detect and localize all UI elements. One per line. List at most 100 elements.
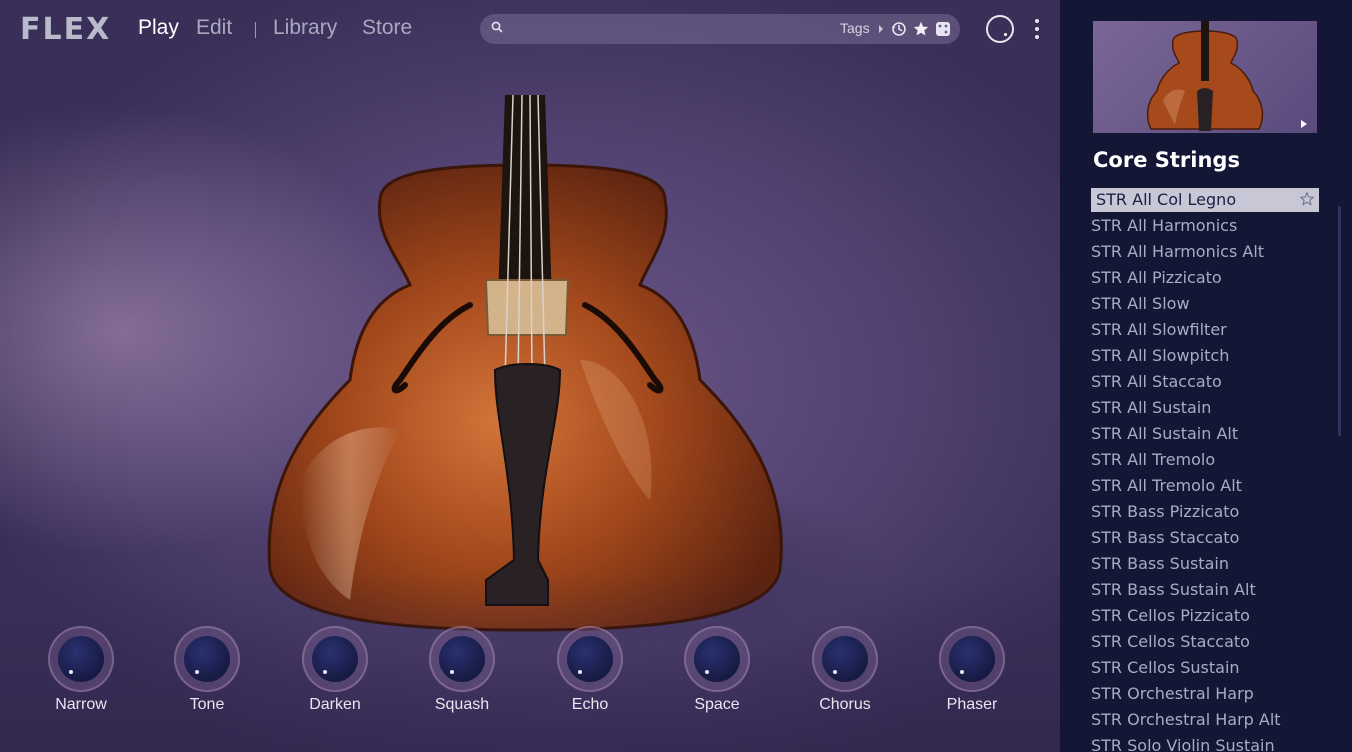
knob-ring[interactable] [174, 626, 240, 692]
knob-label: Tone [189, 696, 225, 713]
preset-label: STR All Sustain Alt [1091, 424, 1239, 443]
preset-label: STR Orchestral Harp Alt [1091, 710, 1281, 729]
knob-indicator [578, 670, 582, 674]
search-bar[interactable]: Tags [480, 14, 960, 44]
preset-item[interactable]: STR Bass Sustain Alt [1091, 578, 1319, 604]
preset-item[interactable]: STR All Slow [1091, 292, 1319, 318]
preset-item[interactable]: STR Cellos Staccato [1091, 630, 1319, 656]
macro-squash[interactable]: Squash [407, 624, 517, 724]
knob[interactable] [439, 636, 485, 682]
tab-play[interactable]: Play [138, 16, 179, 40]
knob[interactable] [58, 636, 104, 682]
macro-tone[interactable]: Tone [152, 624, 262, 724]
knob-label: Space [694, 696, 740, 713]
preset-label: STR All Harmonics [1091, 216, 1238, 235]
library-title: Core Strings [1093, 148, 1240, 172]
preset-item[interactable]: STR All Sustain Alt [1091, 422, 1319, 448]
dice-icon[interactable] [934, 20, 952, 38]
nav-divider [255, 22, 256, 38]
knob-ring[interactable] [939, 626, 1005, 692]
preset-item[interactable]: STR All Slowpitch [1091, 344, 1319, 370]
preset-label: STR All Staccato [1091, 372, 1222, 391]
preset-item[interactable]: STR Cellos Pizzicato [1091, 604, 1319, 630]
knob-ring[interactable] [684, 626, 750, 692]
tags-filter-button[interactable]: Tags [840, 20, 870, 36]
search-icon [491, 21, 503, 33]
preset-item[interactable]: STR All Col Legno [1091, 188, 1319, 212]
knob[interactable] [822, 636, 868, 682]
tab-store[interactable]: Store [362, 16, 412, 40]
top-bar: FLEX Play Edit Library Store Tags [0, 0, 1060, 60]
preset-label: STR Cellos Staccato [1091, 632, 1250, 651]
knob-ring[interactable] [557, 626, 623, 692]
preset-item[interactable]: STR Solo Violin Sustain [1091, 734, 1319, 752]
macro-chorus[interactable]: Chorus [790, 624, 900, 724]
preset-item[interactable]: STR All Harmonics [1091, 214, 1319, 240]
knob[interactable] [184, 636, 230, 682]
preset-label: STR All Sustain [1091, 398, 1212, 417]
knob[interactable] [949, 636, 995, 682]
knob[interactable] [694, 636, 740, 682]
knob[interactable] [312, 636, 358, 682]
preset-label: STR Cellos Pizzicato [1091, 606, 1250, 625]
preset-item[interactable]: STR Orchestral Harp Alt [1091, 708, 1319, 734]
preset-item[interactable]: STR All Tremolo [1091, 448, 1319, 474]
knob-ring[interactable] [302, 626, 368, 692]
preset-item[interactable]: STR All Slowfilter [1091, 318, 1319, 344]
preset-label: STR All Slowpitch [1091, 346, 1230, 365]
chevron-right-icon[interactable] [876, 20, 886, 38]
knob-indicator [323, 670, 327, 674]
knob-indicator [195, 670, 199, 674]
tab-edit[interactable]: Edit [196, 16, 232, 40]
preset-item[interactable]: STR Bass Staccato [1091, 526, 1319, 552]
preset-item[interactable]: STR Bass Sustain [1091, 552, 1319, 578]
preset-label: STR All Pizzicato [1091, 268, 1222, 287]
preset-list: STR All Col Legno STR All Harmonics STR … [1091, 188, 1319, 752]
knob-indicator [69, 670, 73, 674]
preset-label: STR Bass Sustain Alt [1091, 580, 1256, 599]
knob-ring[interactable] [812, 626, 878, 692]
tab-library[interactable]: Library [273, 16, 337, 40]
knob-indicator [450, 670, 454, 674]
preset-label: STR Bass Pizzicato [1091, 502, 1240, 521]
history-icon[interactable] [890, 20, 908, 38]
library-panel: Core Strings STR All Col Legno STR All H… [1060, 0, 1352, 752]
flex-logo: FLEX [20, 12, 112, 47]
more-options-icon[interactable] [1030, 18, 1044, 40]
preset-item[interactable]: STR All Pizzicato [1091, 266, 1319, 292]
play-preview-icon[interactable] [1301, 120, 1307, 128]
preset-label: STR All Tremolo Alt [1091, 476, 1242, 495]
macro-space[interactable]: Space [662, 624, 772, 724]
search-input[interactable] [510, 18, 814, 42]
star-icon[interactable] [912, 20, 930, 38]
preset-item[interactable]: STR Cellos Sustain [1091, 656, 1319, 682]
knob-ring[interactable] [429, 626, 495, 692]
preset-label: STR Solo Violin Sustain [1091, 736, 1275, 752]
macro-echo[interactable]: Echo [535, 624, 645, 724]
master-volume-knob[interactable] [986, 15, 1014, 43]
instrument-thumbnail[interactable] [1093, 21, 1317, 133]
knob[interactable] [567, 636, 613, 682]
knob-indicator [960, 670, 964, 674]
macro-phaser[interactable]: Phaser [917, 624, 1027, 724]
preset-item[interactable]: STR Bass Pizzicato [1091, 500, 1319, 526]
knob-ring[interactable] [48, 626, 114, 692]
knob-indicator [705, 670, 709, 674]
preset-label: STR Bass Sustain [1091, 554, 1229, 573]
preset-label: STR All Harmonics Alt [1091, 242, 1265, 261]
preset-label: STR All Tremolo [1091, 450, 1216, 469]
preset-item[interactable]: STR All Sustain [1091, 396, 1319, 422]
knob-label: Phaser [946, 696, 998, 713]
favorite-star-icon[interactable] [1299, 191, 1315, 207]
preset-item[interactable]: STR Orchestral Harp [1091, 682, 1319, 708]
preset-item[interactable]: STR All Harmonics Alt [1091, 240, 1319, 266]
preset-item[interactable]: STR All Staccato [1091, 370, 1319, 396]
preset-item[interactable]: STR All Tremolo Alt [1091, 474, 1319, 500]
knob-label: Squash [434, 696, 490, 713]
preset-label: STR All Col Legno [1096, 190, 1237, 209]
cello-thumbnail-image [1146, 21, 1264, 131]
macro-darken[interactable]: Darken [280, 624, 390, 724]
preset-list-scrollbar[interactable] [1338, 206, 1341, 436]
knob-label: Echo [571, 696, 609, 713]
macro-narrow[interactable]: Narrow [26, 624, 136, 724]
